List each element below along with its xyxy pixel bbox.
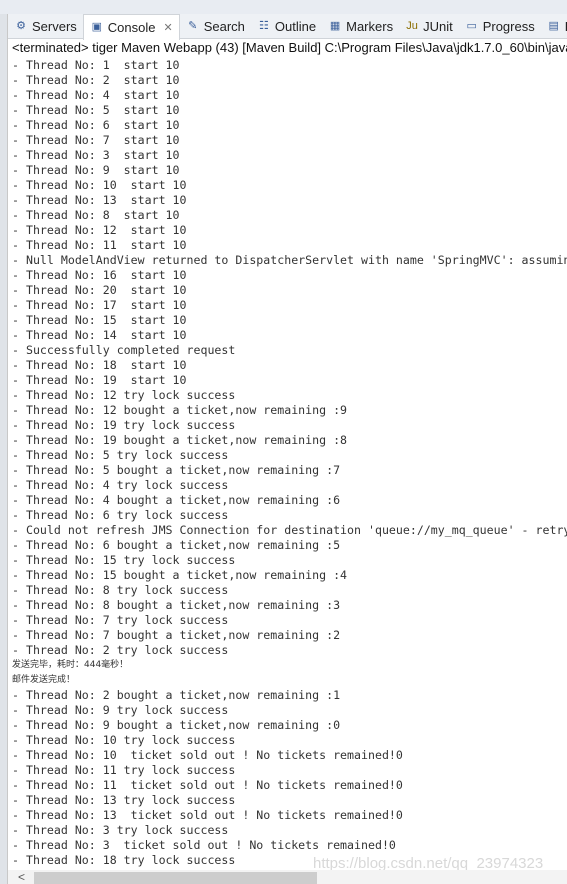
console-line: - Thread No: 13 ticket sold out ! No tic… (12, 808, 403, 822)
console-line: - Thread No: 13 start 10 (12, 193, 187, 207)
console-line: - Could not refresh JMS Connection for d… (12, 523, 567, 537)
console-line: - Thread No: 12 bought a ticket,now rema… (12, 403, 348, 417)
left-panel-edge (0, 14, 8, 884)
console-line: - Thread No: 15 start 10 (12, 313, 187, 327)
console-line: - Thread No: 10 start 10 (12, 178, 187, 192)
console-icon: ▣ (91, 20, 102, 33)
tab-search[interactable]: ✎ Search (180, 14, 251, 38)
horizontal-scrollbar[interactable]: < (8, 870, 567, 884)
tab-console[interactable]: ▣ Console ✕ (82, 13, 180, 40)
console-line: - Thread No: 9 start 10 (12, 163, 180, 177)
tab-label: Console (107, 19, 156, 35)
history-icon: ▤ (548, 19, 559, 32)
console-line: - Thread No: 9 bought a ticket,now remai… (12, 718, 341, 732)
console-line: - Thread No: 1 start 10 (12, 58, 180, 72)
console-line: 邮件发送完成！ (12, 675, 76, 685)
console-line: - Thread No: 2 start 10 (12, 73, 180, 87)
console-line: - Thread No: 3 try lock success (12, 823, 229, 837)
console-line: - Thread No: 6 bought a ticket,now remai… (12, 538, 341, 552)
console-line: - Thread No: 15 try lock success (12, 553, 236, 567)
console-line: - Thread No: 18 start 10 (12, 358, 187, 372)
tab-label: JUnit (423, 18, 453, 34)
console-line: - Thread No: 4 try lock success (12, 478, 229, 492)
console-line: - Thread No: 13 try lock success (12, 793, 236, 807)
console-line: - Thread No: 4 start 10 (12, 88, 180, 102)
console-line: - Null ModelAndView returned to Dispatch… (12, 253, 567, 267)
search-icon: ✎ (188, 19, 198, 32)
tab-junit[interactable]: Ju JUnit (399, 14, 459, 38)
tab-label: Outline (274, 18, 317, 34)
view-tab-bar: ⚙ Servers ▣ Console ✕ ✎ Search ☷ Outline ▦ Markers… (8, 13, 567, 40)
console-line: - Thread No: 19 try lock success (12, 418, 236, 432)
console-line: - Thread No: 20 start 10 (12, 283, 187, 297)
tab-label: Progress (482, 18, 535, 34)
console-line: - Thread No: 10 ticket sold out ! No tic… (12, 748, 403, 762)
tab-progress[interactable]: ▭ Progress (459, 14, 541, 38)
scrollbar-thumb[interactable] (34, 872, 317, 884)
console-line: - Thread No: 11 ticket sold out ! No tic… (12, 778, 403, 792)
console-line: - Thread No: 2 bought a ticket,now remai… (12, 688, 341, 702)
tab-label: Search (203, 18, 245, 34)
servers-icon: ⚙ (16, 19, 26, 32)
console-line: - Thread No: 17 start 10 (12, 298, 187, 312)
scroll-left-icon[interactable]: < (18, 870, 25, 884)
console-line: - Thread No: 8 bought a ticket,now remai… (12, 598, 341, 612)
console-line: - Thread No: 7 try lock success (12, 613, 229, 627)
console-line: - Thread No: 15 bought a ticket,now rema… (12, 568, 348, 582)
console-line: - Thread No: 5 start 10 (12, 103, 180, 117)
window-top-strip (0, 0, 567, 14)
console-line: - Thread No: 12 try lock success (12, 388, 236, 402)
console-line: - Thread No: 3 ticket sold out ! No tick… (12, 838, 396, 852)
markers-icon: ▦ (329, 19, 341, 32)
tab-label: Servers (32, 18, 77, 34)
console-line: - Thread No: 8 try lock success (12, 583, 229, 597)
tab-markers[interactable]: ▦ Markers (322, 14, 399, 38)
console-line: - Thread No: 6 start 10 (12, 118, 180, 132)
console-process-header: <terminated> tiger Maven Webapp (43) [Ma… (12, 40, 567, 55)
console-line: - Thread No: 7 bought a ticket,now remai… (12, 628, 341, 642)
progress-icon: ▭ (466, 19, 477, 32)
console-line: - Thread No: 2 try lock success (12, 643, 229, 657)
console-line: - Thread No: 14 start 10 (12, 328, 187, 342)
console-line: 发送完毕，耗时：444毫秒！ (12, 660, 129, 670)
console-line: - Thread No: 8 start 10 (12, 208, 180, 222)
junit-icon: Ju (406, 19, 418, 32)
console-line: - Thread No: 19 start 10 (12, 373, 187, 387)
console-line: - Thread No: 9 try lock success (12, 703, 229, 717)
tab-outline[interactable]: ☷ Outline (251, 14, 322, 38)
console-line: - Thread No: 11 start 10 (12, 238, 187, 252)
tab-label: Markers (346, 18, 394, 34)
console-line: - Thread No: 5 bought a ticket,now remai… (12, 463, 341, 477)
console-line: - Thread No: 16 start 10 (12, 268, 187, 282)
tab-servers[interactable]: ⚙ Servers (8, 14, 83, 38)
console-output[interactable]: - Thread No: 1 start 10- Thread No: 2 st… (12, 58, 567, 869)
console-line: - Successfully completed request (12, 343, 236, 357)
console-line: - Thread No: 12 start 10 (12, 223, 187, 237)
outline-icon: ☷ (258, 19, 269, 32)
tab-hi[interactable]: ▤Hi (541, 14, 567, 38)
console-line: - Thread No: 5 try lock success (12, 448, 229, 462)
console-line: - Thread No: 3 start 10 (12, 148, 180, 162)
console-line: - Thread No: 10 try lock success (12, 733, 236, 747)
console-line: - Thread No: 11 try lock success (12, 763, 236, 777)
console-line: - Thread No: 7 start 10 (12, 133, 180, 147)
console-line: - Thread No: 6 try lock success (12, 508, 229, 522)
close-icon[interactable]: ✕ (164, 21, 173, 34)
console-line: - Thread No: 19 bought a ticket,now rema… (12, 433, 348, 447)
console-line: - Thread No: 4 bought a ticket,now remai… (12, 493, 341, 507)
